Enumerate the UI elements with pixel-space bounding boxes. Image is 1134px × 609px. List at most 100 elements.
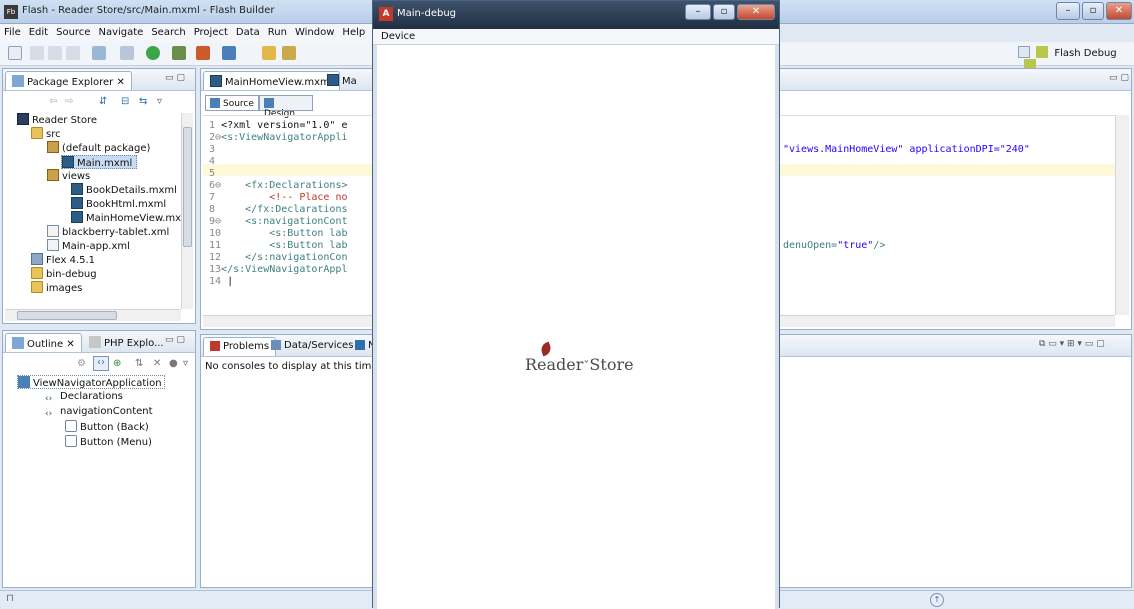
- tree-item-bin-debug[interactable]: bin-debug: [31, 267, 97, 281]
- package-icon: [47, 169, 59, 181]
- maximize-button[interactable]: ▫: [1082, 2, 1104, 20]
- flash-debug-icon: [1036, 46, 1049, 58]
- close-tab-icon[interactable]: ✕: [66, 339, 74, 350]
- tree-item-views[interactable]: views: [47, 169, 90, 183]
- maximize-editor-icon[interactable]: ▭ ▢: [1109, 73, 1129, 83]
- data-services-icon: [271, 340, 281, 350]
- print-icon[interactable]: [66, 46, 80, 60]
- tab-data-services[interactable]: Data/Services: [265, 337, 359, 356]
- filter-icon[interactable]: ⇆: [139, 96, 147, 107]
- outline-item-application[interactable]: ViewNavigatorApplication: [17, 375, 165, 389]
- show-components-icon[interactable]: ⊕: [113, 358, 121, 369]
- open-perspective-icon[interactable]: [1018, 46, 1030, 58]
- code-line-9: 9⊖ <s:navigationCont: [209, 216, 348, 227]
- close-button[interactable]: ✕: [1106, 2, 1132, 20]
- menu-help[interactable]: Help: [338, 24, 369, 38]
- export-icon[interactable]: [196, 46, 210, 60]
- package-explorer-tree: Reader Store src (default package) Main.…: [5, 113, 181, 309]
- debug-maximize-button[interactable]: ▫: [713, 4, 735, 20]
- collapse-all-icon[interactable]: ⊟: [121, 96, 129, 107]
- menu-file[interactable]: File: [0, 24, 25, 38]
- code-line-12: 12 </s:navigationCon: [209, 252, 348, 263]
- debug-icon[interactable]: [120, 46, 134, 60]
- menu-project[interactable]: Project: [190, 24, 232, 38]
- tab-mainhomeview[interactable]: MainHomeView.mxml: [203, 71, 340, 90]
- debug-minimize-button[interactable]: –: [685, 4, 711, 20]
- link-editor-icon[interactable]: ⇵: [99, 96, 107, 107]
- tag-icon: ‹›: [45, 394, 53, 404]
- debug-close-button[interactable]: ✕: [737, 4, 775, 20]
- save-all-icon[interactable]: [48, 46, 62, 60]
- source-icon: [210, 98, 220, 108]
- outline-item-declarations[interactable]: ‹› Declarations: [45, 390, 123, 404]
- hide-nonpublic-icon[interactable]: ●: [169, 358, 178, 369]
- tree-item-blackberry-tablet[interactable]: blackberry-tablet.xml: [47, 225, 169, 239]
- package-explorer-panel: Package Explorer ✕ ▭ ▢ ⇦ ⇨ ⇵ ⊟ ⇆ ▿ Reade…: [2, 68, 196, 324]
- tree-item-default-package[interactable]: (default package): [47, 141, 150, 155]
- open-type-icon[interactable]: [262, 46, 276, 60]
- php-explorer-icon: [89, 336, 101, 348]
- menu-run[interactable]: Run: [264, 24, 291, 38]
- project-icon: [17, 113, 29, 125]
- tree-item-flex-sdk[interactable]: Flex 4.5.1: [31, 253, 95, 267]
- menu-source[interactable]: Source: [52, 24, 94, 38]
- fast-view-icon[interactable]: ⊓: [6, 593, 14, 604]
- outline-item-button-menu[interactable]: Button (Menu): [65, 435, 152, 449]
- folder-icon: [31, 267, 43, 279]
- forward-icon[interactable]: ⇨: [65, 96, 73, 107]
- code-line-6: 6⊖ <fx:Declarations>: [209, 180, 348, 191]
- minimize-panel-icon[interactable]: ▭ ▢: [165, 335, 185, 345]
- console-toolbar-icons[interactable]: ⧉ ▭ ▾ ⊞ ▾ ▭ ▢: [1039, 339, 1105, 349]
- back-icon[interactable]: ⇦: [49, 96, 57, 107]
- new-icon[interactable]: [8, 46, 22, 60]
- editor-vscroll[interactable]: [1115, 115, 1129, 315]
- hide-static-icon[interactable]: ✕: [153, 358, 161, 369]
- view-menu-icon[interactable]: ▿: [183, 358, 188, 369]
- package-explorer-label: Package Explorer: [27, 77, 114, 88]
- tab-main-mxml[interactable]: Ma: [321, 71, 363, 90]
- code-line-1: 1 <?xml version="1.0" e: [209, 120, 348, 131]
- menu-device[interactable]: Device: [381, 31, 415, 42]
- tree-item-main-mxml[interactable]: Main.mxml: [61, 155, 138, 169]
- tab-php-explorer[interactable]: PHP Explo...: [83, 333, 170, 352]
- hide-fields-icon[interactable]: ⚙: [77, 358, 86, 369]
- tree-item-mainhomeview[interactable]: MainHomeView.mx: [71, 211, 181, 225]
- tree-item-src[interactable]: src: [31, 127, 61, 141]
- code-line-8: 8 </fx:Declarations: [209, 204, 348, 215]
- run-icon[interactable]: [146, 46, 160, 60]
- tree-item-images[interactable]: images: [31, 281, 82, 295]
- search-icon[interactable]: [282, 46, 296, 60]
- tree-item-main-app-xml[interactable]: Main-app.xml: [47, 239, 130, 253]
- profile-icon[interactable]: [172, 46, 186, 60]
- minimize-button[interactable]: –: [1056, 2, 1080, 20]
- menu-search[interactable]: Search: [147, 24, 189, 38]
- menu-edit[interactable]: Edit: [25, 24, 52, 38]
- progress-icon[interactable]: ↑: [930, 593, 944, 607]
- hscroll-thumb[interactable]: [17, 311, 117, 320]
- show-tags-icon[interactable]: ‹›: [93, 356, 109, 371]
- close-tab-icon[interactable]: ✕: [116, 77, 124, 88]
- outline-item-navigationcontent[interactable]: ‹› navigationContent: [45, 405, 153, 419]
- menu-window[interactable]: Window: [291, 24, 338, 38]
- package-explorer-hscroll[interactable]: [5, 309, 181, 321]
- tree-item-bookhtml[interactable]: BookHtml.mxml: [71, 197, 166, 211]
- tree-item-bookdetails[interactable]: BookDetails.mxml: [71, 183, 177, 197]
- package-explorer-vscroll[interactable]: [181, 113, 193, 309]
- save-icon[interactable]: [30, 46, 44, 60]
- external-tools-icon[interactable]: [222, 46, 236, 60]
- outline-item-button-back[interactable]: Button (Back): [65, 420, 149, 434]
- menu-navigate[interactable]: Navigate: [94, 24, 147, 38]
- sort-icon[interactable]: ⇅: [135, 358, 143, 369]
- source-mode-button[interactable]: Source: [205, 95, 259, 111]
- button-icon: [65, 435, 77, 447]
- package-explorer-toolbar: ⇦ ⇨ ⇵ ⊟ ⇆ ▿: [7, 93, 193, 111]
- design-mode-button[interactable]: Design: [259, 95, 313, 119]
- tab-package-explorer[interactable]: Package Explorer ✕: [5, 71, 132, 90]
- build-icon[interactable]: [92, 46, 106, 60]
- scroll-thumb[interactable]: [183, 127, 192, 247]
- minimize-panel-icon[interactable]: ▭ ▢: [165, 73, 185, 83]
- tab-outline[interactable]: Outline ✕: [5, 333, 82, 352]
- view-menu-icon[interactable]: ▿: [157, 96, 162, 107]
- menu-data[interactable]: Data: [232, 24, 264, 38]
- tree-item-reader-store[interactable]: Reader Store: [17, 113, 97, 127]
